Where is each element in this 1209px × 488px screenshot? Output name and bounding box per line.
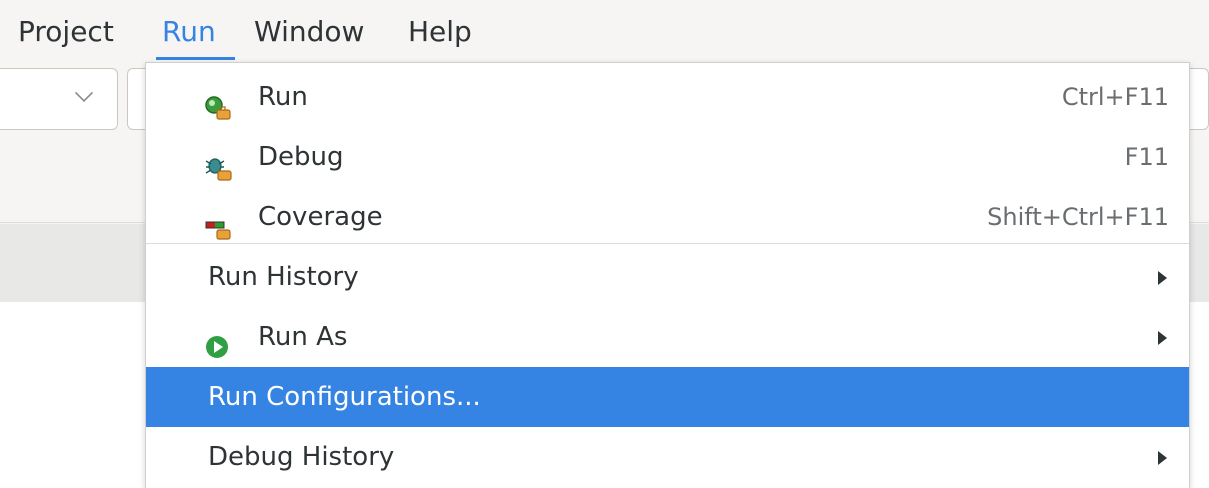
launch-mode-combo[interactable] <box>0 68 118 130</box>
submenu-arrow-icon <box>1158 271 1167 285</box>
menu-item-label: Run As <box>258 322 348 352</box>
menu-item-run-configurations[interactable]: Run Configurations... <box>146 367 1189 427</box>
menu-help[interactable]: Help <box>408 10 472 54</box>
debug-icon <box>204 145 232 181</box>
menu-item-debug[interactable]: Debug F11 <box>146 127 1189 187</box>
accelerator: Shift+Ctrl+F11 <box>987 203 1169 231</box>
menu-separator <box>146 243 1189 244</box>
run-icon <box>204 85 232 120</box>
menu-item-label: Debug History <box>208 442 395 472</box>
menu-item-coverage[interactable]: Coverage Shift+Ctrl+F11 <box>146 187 1189 247</box>
menu-run[interactable]: Run <box>162 10 216 54</box>
accelerator: F11 <box>1124 143 1169 171</box>
run-menu: Run Ctrl+F11 Debug F11 Coverage Shift+Ct… <box>145 62 1190 488</box>
menu-item-run-history[interactable]: Run History <box>146 247 1189 307</box>
active-menu-underline <box>156 57 235 60</box>
menu-item-label: Run History <box>208 262 359 292</box>
menu-item-label: Run <box>258 82 308 112</box>
menubar: Project Run Window Help <box>0 0 1209 62</box>
menu-item-label: Coverage <box>258 202 383 232</box>
coverage-icon <box>204 205 232 240</box>
submenu-arrow-icon <box>1158 331 1167 345</box>
chevron-down-icon <box>74 83 94 103</box>
menu-window[interactable]: Window <box>254 10 364 54</box>
menu-item-run-as[interactable]: Run As <box>146 307 1189 367</box>
menu-item-debug-history[interactable]: Debug History <box>146 427 1189 487</box>
submenu-arrow-icon <box>1158 451 1167 465</box>
menu-item-run[interactable]: Run Ctrl+F11 <box>146 67 1189 127</box>
run-as-icon <box>204 324 232 358</box>
menu-item-label: Debug <box>258 142 344 172</box>
accelerator: Ctrl+F11 <box>1061 83 1169 111</box>
menu-item-label: Run Configurations... <box>208 382 481 412</box>
menu-project[interactable]: Project <box>18 10 114 54</box>
